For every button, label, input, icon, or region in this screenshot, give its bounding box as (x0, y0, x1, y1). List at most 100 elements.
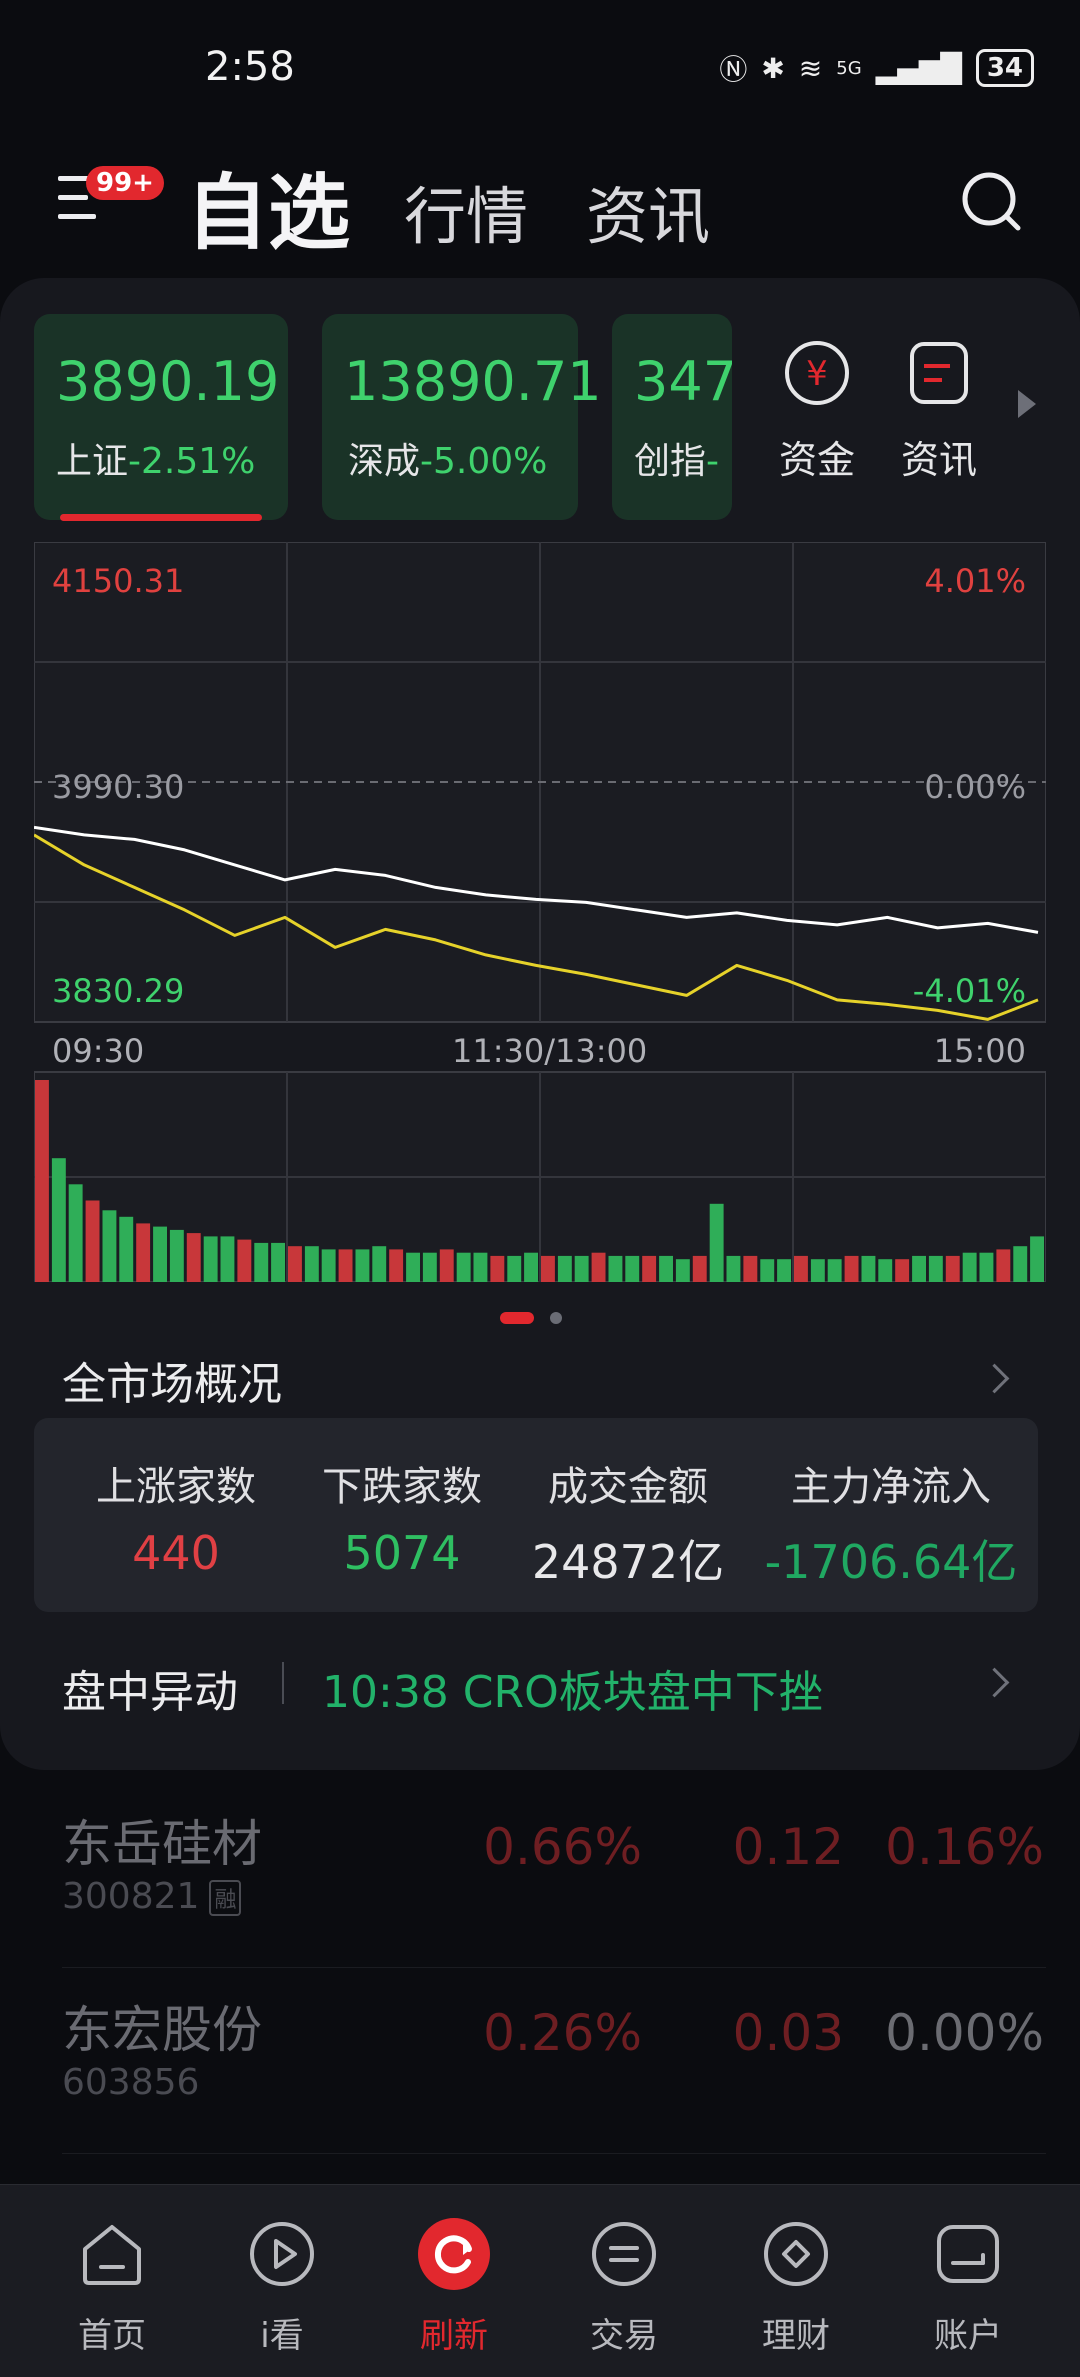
volume-bar (777, 1259, 791, 1282)
index-name: 创指 (634, 441, 707, 482)
tab-label: 刷新 (420, 2316, 488, 2356)
index-value: 13890.71 (344, 350, 602, 413)
volume-bar (288, 1246, 302, 1282)
volume-bar (760, 1259, 775, 1282)
volume-bar (169, 1229, 184, 1282)
tab-news[interactable]: 资讯 (586, 166, 710, 256)
volume-bar (321, 1249, 336, 1282)
volume-bar (659, 1255, 673, 1282)
stat-label: 下跌家数 (322, 1464, 482, 1510)
index-card-sz[interactable]: 13890.71 深成-5.00% (322, 314, 602, 520)
volume-bar (794, 1255, 808, 1282)
stat-net-inflow: 主力净流入 -1706.64亿 (756, 1454, 1026, 1592)
watchlist-row[interactable]: 东宏股份 603856 0.26% 0.03 0.00% (0, 1968, 1080, 2154)
status-time: 2:58 (205, 44, 295, 90)
stat-value: 440 (132, 1526, 220, 1580)
chart-mid-pct: 0.00% (924, 768, 1026, 806)
volume-bar (237, 1239, 252, 1282)
tab-refresh[interactable]: 刷新 (384, 2215, 524, 2357)
alert-title[interactable]: 盘中异动 (62, 1656, 238, 1720)
notification-badge: 99+ (86, 166, 164, 200)
volume-bar (507, 1255, 522, 1282)
volume-bar (726, 1255, 741, 1282)
market-stats: 上涨家数 440 下跌家数 5074 成交金额 24872亿 主力净流入 -17… (34, 1418, 1038, 1612)
yuan-icon: ¥ (785, 341, 849, 405)
stat-rising: 上涨家数 440 (56, 1454, 296, 1580)
tab-label: 账户 (934, 2316, 1002, 2356)
volume-bar (878, 1259, 893, 1282)
alert-divider (282, 1662, 284, 1704)
tab-iwatch[interactable]: i看 (212, 2215, 352, 2357)
tab-market[interactable]: 行情 (404, 166, 528, 256)
volume-bar (608, 1255, 623, 1282)
index-card-cy[interactable]: 347 创指- (612, 314, 732, 520)
volume-bar (422, 1252, 437, 1282)
watchlist-row[interactable]: 东岳硅材 300821 融 0.66% 0.12 0.16% (0, 1782, 1080, 1968)
volume-bar (473, 1252, 488, 1282)
volume-bar (642, 1255, 657, 1282)
volume-bar (102, 1210, 117, 1282)
intraday-chart[interactable] (34, 542, 1046, 1282)
volume-bar (372, 1246, 387, 1282)
chart-low-pct: -4.01% (912, 972, 1026, 1010)
news-icon (910, 342, 968, 404)
volume-bar (810, 1259, 825, 1282)
page-indicator (500, 1312, 562, 1324)
tab-home[interactable]: 首页 (42, 2215, 182, 2357)
quick-link-label: 资讯 (900, 438, 977, 482)
volume-bar (35, 1080, 49, 1282)
volume-bar (524, 1252, 538, 1282)
stock-name: 东宏股份 (62, 2001, 262, 2059)
volume-bar (979, 1252, 994, 1282)
quick-link-news[interactable]: 资讯 (884, 340, 994, 484)
quick-link-funds[interactable]: ¥ 资金 (762, 340, 872, 484)
index-card-sh[interactable]: 3890.19 上证-2.51% (34, 314, 288, 520)
overview-title[interactable]: 全市场概况 (62, 1348, 282, 1412)
quick-link-label: 资金 (778, 438, 855, 482)
index-change: - (706, 441, 720, 482)
volume-bar (861, 1255, 876, 1282)
volume-bar (709, 1203, 724, 1282)
svg-text:¥: ¥ (806, 354, 828, 394)
search-icon[interactable] (960, 170, 1024, 234)
battery-icon: 34 (975, 49, 1034, 87)
bluetooth-icon: ✱ (761, 51, 785, 85)
volume-bar (591, 1252, 606, 1282)
volume-bar (996, 1249, 1011, 1282)
volume-bar (1030, 1236, 1044, 1282)
volume-bar (68, 1184, 83, 1282)
tab-trade[interactable]: 交易 (554, 2215, 694, 2357)
alert-text[interactable]: 10:38 CRO板块盘中下挫 (322, 1656, 823, 1720)
bottom-tab-bar: 首页 i看 刷新 交易 理财 账户 (0, 2184, 1080, 2377)
volume-bar (304, 1246, 319, 1282)
volume-bar (827, 1259, 842, 1282)
tab-watchlist[interactable]: 自选 (186, 146, 350, 265)
volume-bar (51, 1158, 66, 1282)
tab-label: 交易 (590, 2316, 658, 2356)
wifi-icon: ≋ (798, 51, 823, 85)
volume-bar (85, 1200, 100, 1282)
volume-bar (389, 1249, 404, 1282)
volume-bar (456, 1252, 471, 1282)
stock-turnover: 0.00% (885, 2004, 1044, 2062)
stock-change: 0.12 (732, 1818, 844, 1876)
volume-bar (895, 1259, 910, 1282)
volume-bar (675, 1259, 690, 1282)
stock-pct: 0.66% (483, 1818, 642, 1876)
scroll-right-icon[interactable] (1018, 390, 1036, 418)
volume-bar (692, 1255, 707, 1282)
refresh-icon (418, 2218, 490, 2290)
volume-bar (541, 1255, 555, 1282)
stat-value: 24872亿 (531, 1535, 725, 1589)
volume-bar (1013, 1246, 1028, 1282)
volume-bar (844, 1255, 859, 1282)
play-icon (250, 2222, 314, 2286)
tab-account[interactable]: 账户 (898, 2215, 1038, 2357)
volume-bar (153, 1226, 167, 1282)
chart-time-mid: 11:30/13:00 (452, 1032, 648, 1070)
exchange-icon (592, 2222, 656, 2286)
volume-bar (743, 1255, 758, 1282)
stat-value: -1706.64亿 (764, 1535, 1018, 1589)
volume-bar (625, 1255, 640, 1282)
tab-wealth[interactable]: 理财 (726, 2215, 866, 2357)
